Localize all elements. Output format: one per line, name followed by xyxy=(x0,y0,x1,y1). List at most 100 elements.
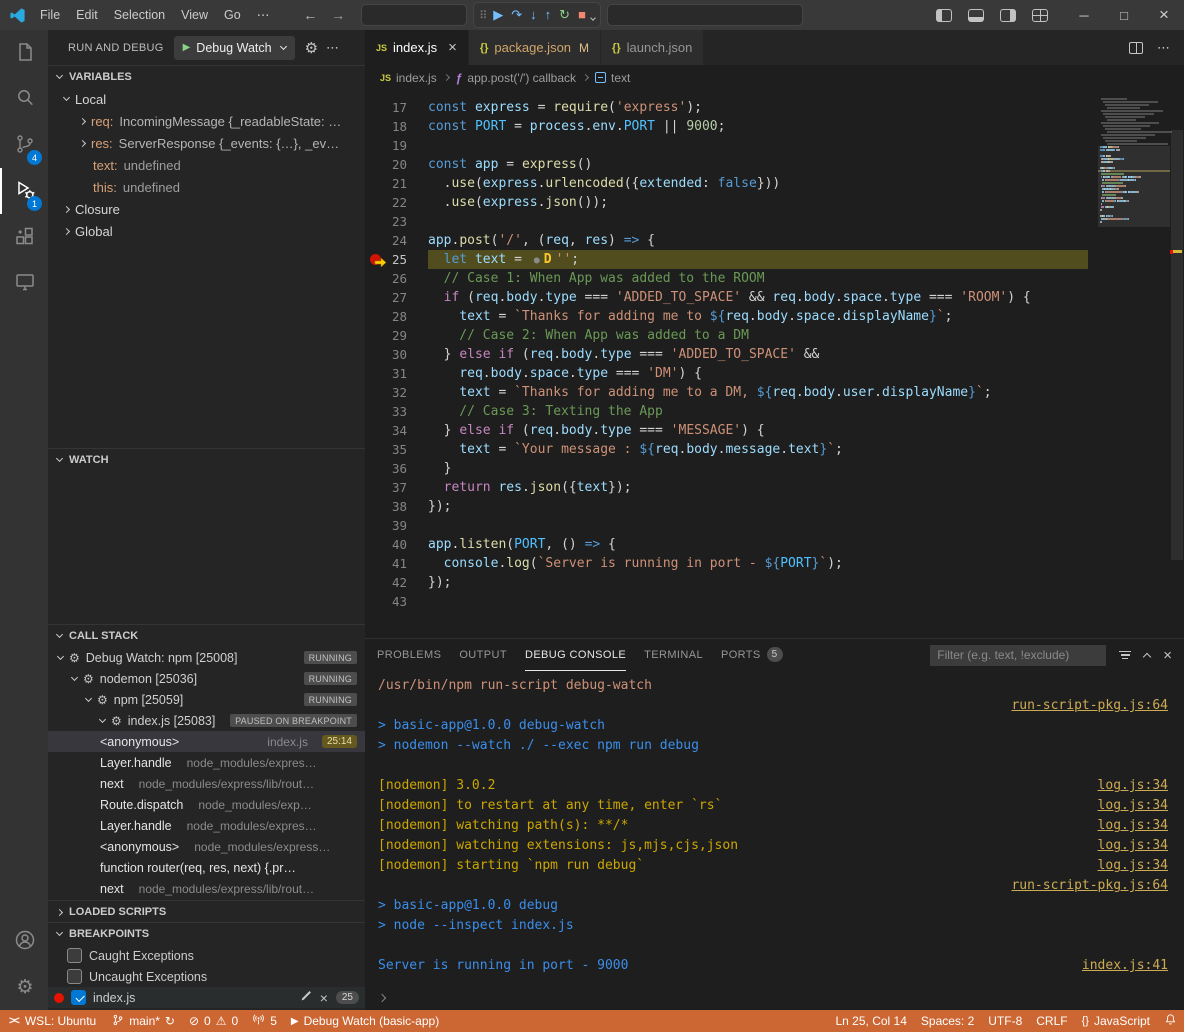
code-line-text[interactable]: // Case 2: When App was added to a DM xyxy=(428,326,1088,345)
code-line-text[interactable] xyxy=(428,592,1088,611)
menu-edit[interactable]: Edit xyxy=(68,0,106,30)
line-number[interactable]: 28 xyxy=(365,307,428,326)
line-number[interactable]: 36 xyxy=(365,459,428,478)
menu-go[interactable]: Go xyxy=(216,0,249,30)
code-line-text[interactable] xyxy=(428,136,1088,155)
callstack-session[interactable]: ⚙Debug Watch: npm [25008]RUNNING xyxy=(48,647,365,668)
menu-file[interactable]: File xyxy=(32,0,68,30)
line-number[interactable]: 41 xyxy=(365,554,428,573)
drag-grip-icon[interactable]: ⠿ xyxy=(479,9,486,22)
filter-icon[interactable] xyxy=(1119,651,1131,659)
split-editor-icon[interactable] xyxy=(1129,42,1143,54)
console-source-link[interactable]: log.js:34 xyxy=(1078,836,1168,856)
line-number[interactable]: 31 xyxy=(365,364,428,383)
toggle-secondary-sidebar-icon[interactable] xyxy=(1000,9,1016,22)
callstack-frame[interactable]: nextnode_modules/express/lib/rout… xyxy=(48,773,365,794)
customize-layout-icon[interactable] xyxy=(1032,9,1048,22)
console-source-link[interactable]: log.js:34 xyxy=(1078,776,1168,796)
breadcrumb-file[interactable]: JS index.js xyxy=(380,71,437,85)
debug-continue-icon[interactable]: ▶ xyxy=(489,3,507,27)
debug-config-dropdown[interactable]: ▶ Debug Watch xyxy=(174,36,295,60)
minimap-slider[interactable] xyxy=(1098,146,1170,227)
activitybar-settings[interactable]: ⚙ xyxy=(0,964,48,1010)
activitybar-explorer[interactable] xyxy=(0,30,48,76)
console-source-link[interactable]: log.js:34 xyxy=(1078,856,1168,876)
line-number[interactable]: 27 xyxy=(365,288,428,307)
start-debug-icon[interactable]: ▶ xyxy=(183,42,191,53)
editor-tab-package.json[interactable]: {}package.jsonM xyxy=(469,30,601,65)
line-number[interactable]: 30 xyxy=(365,345,428,364)
remove-breakpoint-icon[interactable]: × xyxy=(320,991,328,1005)
code-line-text[interactable]: // Case 1: When App was added to the ROO… xyxy=(428,269,1088,288)
line-number[interactable]: 35 xyxy=(365,440,428,459)
code-line-text[interactable]: const app = express() xyxy=(428,155,1088,174)
breakpoint-row[interactable]: index.js×25 xyxy=(48,987,365,1008)
panel-tab-debug-console[interactable]: DEBUG CONSOLE xyxy=(525,639,626,671)
breakpoint-row[interactable]: Caught Exceptions xyxy=(48,945,365,966)
console-source-link[interactable]: index.js:41 xyxy=(1062,956,1168,976)
debug-step-over-icon[interactable]: ↷ xyxy=(507,3,526,27)
code-line-text[interactable]: }); xyxy=(428,573,1088,592)
callstack-frame[interactable]: <anonymous>index.js25:14 xyxy=(48,731,365,752)
code-line-text[interactable]: } else if (req.body.type === 'ADDED_TO_S… xyxy=(428,345,1088,364)
code-line-text[interactable]: text = `Your message : ${req.body.messag… xyxy=(428,440,1088,459)
toggle-panel-icon[interactable] xyxy=(968,9,984,22)
menu-selection[interactable]: Selection xyxy=(106,0,173,30)
activitybar-remote-explorer[interactable] xyxy=(0,260,48,306)
line-number[interactable]: 25 xyxy=(365,250,428,269)
breadcrumb-symbol-text[interactable]: text xyxy=(595,71,630,85)
cursor-position-item[interactable]: Ln 25, Col 14 xyxy=(829,1010,914,1032)
callstack-frame[interactable]: Layer.handlenode_modules/expres… xyxy=(48,752,365,773)
debug-views-more-icon[interactable]: ⋯ xyxy=(326,40,339,56)
callstack-session[interactable]: ⚙nodemon [25036]RUNNING xyxy=(48,668,365,689)
line-number[interactable]: 18 xyxy=(365,117,428,136)
nav-back-icon[interactable]: ← xyxy=(303,7,317,23)
line-number[interactable]: 29 xyxy=(365,326,428,345)
line-number[interactable]: 33 xyxy=(365,402,428,421)
expander-icon[interactable] xyxy=(99,715,106,722)
line-number[interactable]: 23 xyxy=(365,212,428,231)
language-item[interactable]: {} JavaScript xyxy=(1075,1010,1157,1032)
debug-restart-icon[interactable]: ↻ xyxy=(555,3,574,27)
eol-item[interactable]: CRLF xyxy=(1029,1010,1074,1032)
notifications-bell[interactable] xyxy=(1157,1010,1184,1032)
code-editor[interactable]: 17const express = require('express');18c… xyxy=(365,90,1184,638)
line-number[interactable]: 24 xyxy=(365,231,428,250)
line-number[interactable]: 22 xyxy=(365,193,428,212)
debug-stop-icon[interactable]: ■ xyxy=(574,3,590,27)
code-line-text[interactable]: } xyxy=(428,459,1088,478)
loaded-scripts-header[interactable]: LOADED SCRIPTS xyxy=(48,901,365,922)
variables-row[interactable]: res:ServerResponse {_events: {…}, _ev… xyxy=(48,132,365,154)
variables-row[interactable]: this:undefined xyxy=(48,176,365,198)
maximize-window-icon[interactable]: □ xyxy=(1104,0,1144,30)
panel-tab-problems[interactable]: PROBLEMS xyxy=(377,639,441,671)
line-number[interactable]: 40 xyxy=(365,535,428,554)
editor-tab-launch.json[interactable]: {}launch.json xyxy=(601,30,704,65)
code-line-text[interactable]: .use(express.urlencoded({extended: false… xyxy=(428,174,1088,193)
callstack-frame[interactable]: function router(req, res, next) {.pr… xyxy=(48,857,365,878)
console-filter-input[interactable] xyxy=(930,645,1106,666)
code-line-text[interactable]: .use(express.json()); xyxy=(428,193,1088,212)
expander-icon[interactable] xyxy=(79,117,86,124)
code-line-text[interactable]: app.post('/', (req, res) => { xyxy=(428,231,1088,250)
code-line-text[interactable] xyxy=(428,212,1088,231)
callstack-header[interactable]: CALL STACK xyxy=(48,625,365,647)
activitybar-search[interactable] xyxy=(0,76,48,122)
line-number[interactable]: 32 xyxy=(365,383,428,402)
line-number[interactable]: 20 xyxy=(365,155,428,174)
expander-icon[interactable] xyxy=(79,139,86,146)
debug-console-prompt[interactable] xyxy=(365,986,1184,1010)
maximize-panel-icon[interactable] xyxy=(1143,652,1151,660)
activitybar-source-control[interactable]: 4 xyxy=(0,122,48,168)
line-number[interactable]: 17 xyxy=(365,98,428,117)
editor-scrollbar[interactable] xyxy=(1170,90,1184,638)
line-number[interactable]: 21 xyxy=(365,174,428,193)
line-number[interactable]: 26 xyxy=(365,269,428,288)
git-branch-item[interactable]: main* ↻ xyxy=(105,1010,182,1032)
variables-header[interactable]: VARIABLES xyxy=(48,66,365,88)
activitybar-run-debug[interactable]: 1 xyxy=(0,168,48,214)
code-line-text[interactable]: // Case 3: Texting the App xyxy=(428,402,1088,421)
nav-forward-icon[interactable]: → xyxy=(331,7,345,23)
expander-icon[interactable] xyxy=(63,227,70,234)
breakpoint-checkbox[interactable] xyxy=(67,969,82,984)
